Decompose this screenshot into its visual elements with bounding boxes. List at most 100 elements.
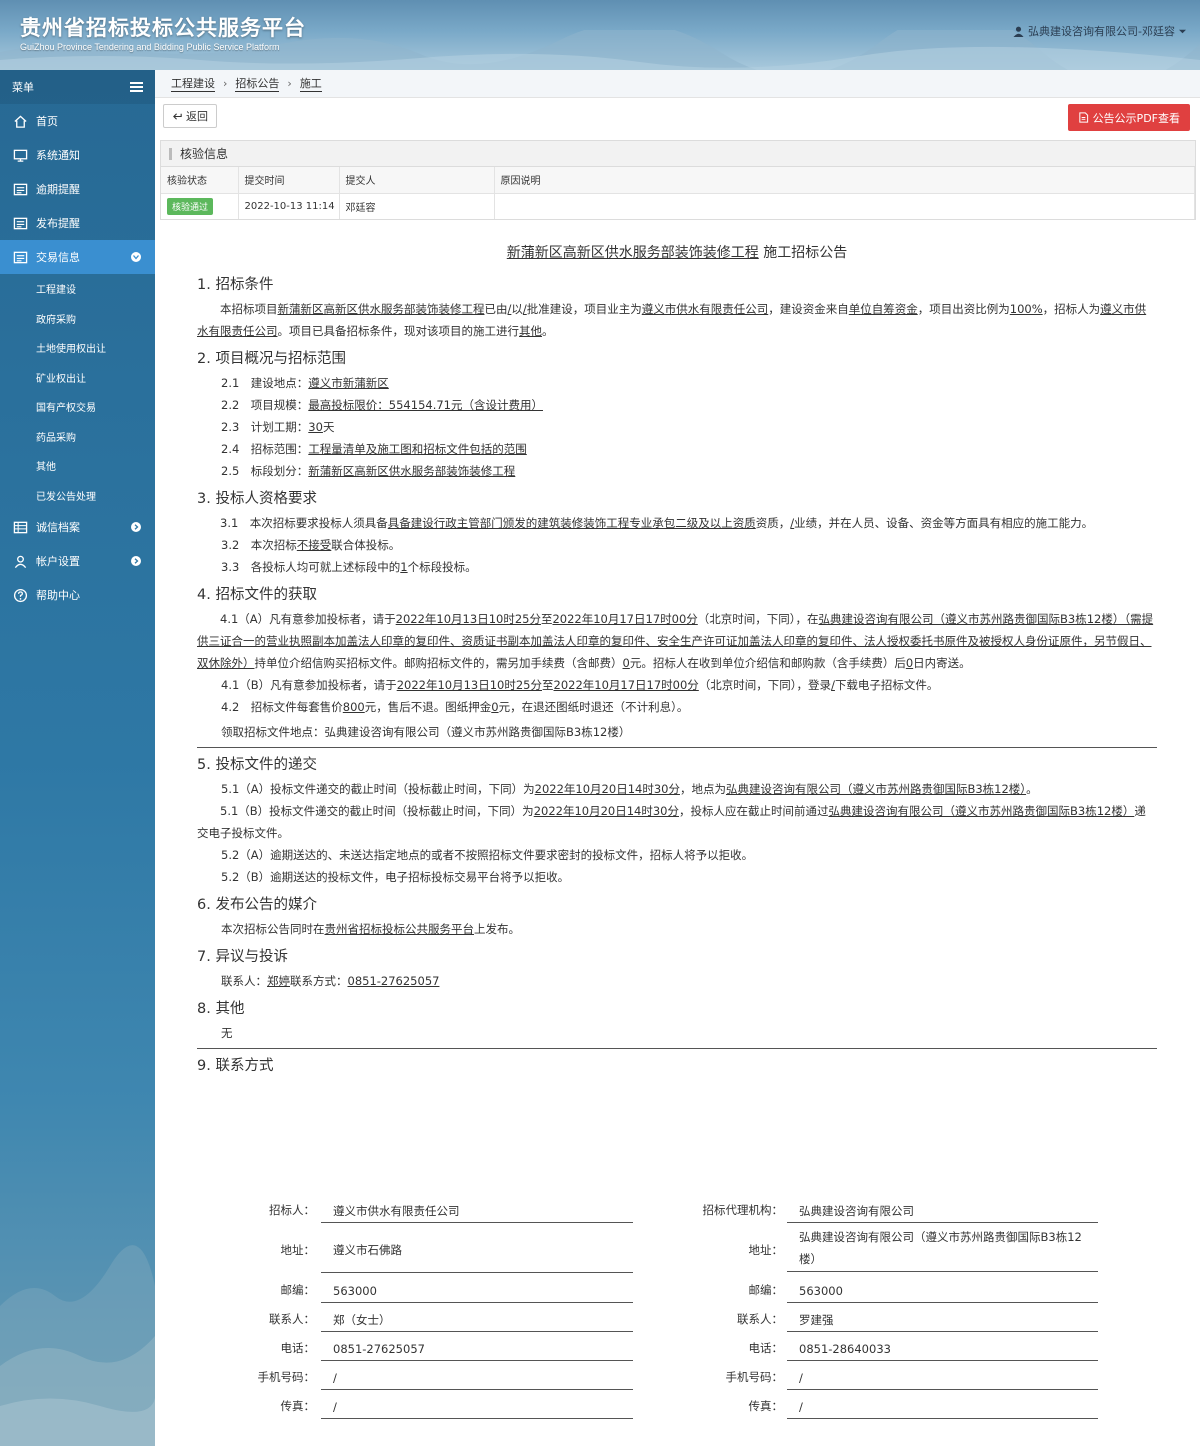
sidebar-item-trade[interactable]: 交易信息 — [0, 240, 155, 274]
sidebar-subitem-land[interactable]: 土地使用权出让 — [0, 333, 155, 363]
text: 批准建设，项目业主为 — [526, 302, 642, 316]
sidebar-subitem-mining[interactable]: 矿业权出让 — [0, 363, 155, 393]
section-heading: 9. 联系方式 — [197, 1058, 274, 1074]
section-4-1a: 4.1（A）凡有意参加投标者，请于2022年10月13日10时25分至2022年… — [197, 608, 1157, 674]
column-header: 原因说明 — [494, 167, 1195, 194]
contact-label: 招标人： — [269, 1203, 315, 1217]
text: 联合体投标。 — [331, 538, 401, 552]
sidebar-item-overdue[interactable]: 逾期提醒 — [0, 172, 155, 206]
section-heading: 5. 投标文件的递交 — [197, 757, 317, 773]
contact-value: / — [787, 1396, 1098, 1419]
section-5-1a: 5.1（A）投标文件递交的截止时间（投标截止时间，下同）为2022年10月20日… — [197, 778, 1157, 800]
toolbar: 返回 公告公示PDF查看 — [155, 98, 1200, 134]
time-cell: 2022-10-13 11:14 — [238, 193, 340, 219]
breadcrumb-item[interactable]: 工程建设 — [171, 75, 215, 92]
filled-value: 弘典建设咨询有限公司（遵义市苏州路贵御国际B3栋12楼） — [828, 804, 1135, 818]
filled-value: 最高投标限价：554154.71元（含设计费用） — [308, 398, 543, 412]
notice-title: 新蒲新区高新区供水服务部装饰装修工程 施工招标公告 — [197, 242, 1157, 264]
text: 元，售后不退。图纸押金 — [364, 700, 492, 714]
sidebar-item-notice[interactable]: 系统通知 — [0, 138, 155, 172]
reason-cell — [494, 193, 1195, 219]
filled-value: 0 — [622, 656, 630, 670]
user-icon — [12, 553, 28, 569]
verify-panel: 核验信息 核验状态 提交时间 提交人 原因说明 核验通过 2022-10-13 … — [160, 140, 1196, 220]
text: 5.1（B）投标文件递交的截止时间（投标截止时间，下同）为 — [220, 804, 534, 818]
list-icon — [12, 215, 28, 231]
chevron-right-icon — [131, 556, 141, 566]
text: 元。招标人在收到单位介绍信和邮购款（含手续费）后 — [629, 656, 906, 670]
divider — [197, 747, 1157, 748]
section-2-item: 2.2 项目规模：最高投标限价：554154.71元（含设计费用） — [197, 394, 1157, 416]
main-content: 工程建设 › 招标公告 › 施工 返回 公告公示PDF查看 核验信息 核验状态 … — [155, 70, 1200, 1446]
section-2-item: 2.1 建设地点：遵义市新蒲新区 — [197, 372, 1157, 394]
section-3-1: 3.1 本次招标要求投标人须具备具备建设行政主管部门颁发的建筑装修装饰工程专业承… — [197, 512, 1157, 534]
filled-value: 1 — [400, 560, 408, 574]
list-icon — [12, 249, 28, 265]
verify-table: 核验状态 提交时间 提交人 原因说明 核验通过 2022-10-13 11:14… — [161, 167, 1195, 219]
breadcrumb-item[interactable]: 施工 — [299, 75, 322, 92]
column-header: 提交时间 — [238, 167, 340, 194]
sidebar-item-publish[interactable]: 发布提醒 — [0, 206, 155, 240]
back-button[interactable]: 返回 — [163, 104, 217, 128]
text: （北京时间，下同），在 — [697, 612, 819, 626]
filled-value: 其他 — [519, 324, 542, 338]
chevron-right-icon — [131, 522, 141, 532]
breadcrumb-separator: › — [287, 77, 292, 90]
contact-label: 手机号码： — [257, 1370, 316, 1384]
sidebar: 菜单 首页 系统通知 逾期提醒 发布提醒 交易信息 工程建设 政府采购 土地使用… — [0, 70, 155, 1446]
contact-label: 招标代理机构： — [702, 1203, 784, 1217]
text: 4.1（A）凡有意参加投标者，请于 — [220, 612, 396, 626]
contact-label: 联系人： — [737, 1312, 783, 1326]
breadcrumb-separator: › — [223, 77, 228, 90]
text: 5.1（A）投标文件递交的截止时间（投标截止时间，下同）为 — [221, 782, 535, 796]
text: 4.2 招标文件每套售价 — [221, 700, 343, 714]
section-5-2b: 5.2（B）逾期送达的投标文件，电子招标投标交易平台将予以拒收。 — [221, 870, 570, 884]
sidebar-subitem-gov-purchase[interactable]: 政府采购 — [0, 304, 155, 334]
item-key: 2.2 项目规模： — [221, 398, 309, 412]
contact-value: 遵义市供水有限责任公司 — [321, 1200, 633, 1223]
pdf-view-button[interactable]: 公告公示PDF查看 — [1067, 104, 1190, 131]
filled-value: 2022年10月20日14时30分 — [533, 804, 679, 818]
back-label: 返回 — [186, 110, 208, 123]
breadcrumb-item[interactable]: 招标公告 — [235, 75, 280, 92]
filled-value: 2022年10月17日17时00分 — [553, 678, 699, 692]
filled-value: 2022年10月17日17时00分 — [552, 612, 698, 626]
contact-label: 传真： — [280, 1399, 316, 1413]
verify-title-text: 核验信息 — [180, 147, 229, 161]
section-heading: 7. 异议与投诉 — [197, 949, 288, 965]
filled-value: 遵义市新蒲新区 — [308, 376, 389, 390]
section-heading: 4. 招标文件的获取 — [197, 587, 317, 603]
filled-value: 具备建设行政主管部门颁发的建筑装修装饰工程专业承包二级及以上资质 — [387, 516, 756, 530]
sidebar-item-account[interactable]: 帐户设置 — [0, 544, 155, 578]
contact-value: 罗建强 — [787, 1309, 1098, 1332]
text: 持单位介绍信购买招标文件。邮购招标文件的，需另加手续费（含邮费） — [254, 656, 623, 670]
filled-value: 2022年10月13日10时25分 — [395, 612, 541, 626]
divider — [197, 1048, 1157, 1049]
text: （北京时间，下同），登录 — [698, 678, 832, 692]
section-heading: 1. 招标条件 — [197, 277, 274, 293]
table-row: 核验通过 2022-10-13 11:14 邓廷容 — [161, 193, 1195, 219]
text: ，投标人应在截止时间前通过 — [679, 804, 829, 818]
column-header: 核验状态 — [161, 167, 239, 194]
pdf-icon — [1078, 112, 1088, 123]
text: 。 — [542, 324, 554, 338]
text: 3.3 各投标人均可就上述标段中的 — [221, 560, 401, 574]
text: 本次招标公告同时在 — [221, 922, 325, 936]
sidebar-item-help[interactable]: 帮助中心 — [0, 578, 155, 612]
filled-value: 单位自筹资金 — [848, 302, 918, 316]
item-key: 2.1 建设地点： — [221, 376, 309, 390]
sidebar-item-credit[interactable]: 诚信档案 — [0, 510, 155, 544]
filled-value: 2022年10月13日10时25分 — [396, 678, 542, 692]
sidebar-subitem-published[interactable]: 已发公告处理 — [0, 481, 155, 511]
section-4-location: 领取招标文件地点：弘典建设咨询有限公司（遵义市苏州路贵御国际B3栋12楼） — [221, 725, 631, 739]
user-menu[interactable]: 弘典建设咨询有限公司-邓廷容 — [1013, 23, 1186, 39]
sidebar-subitem-state-property[interactable]: 国有产权交易 — [0, 392, 155, 422]
filled-value: 100% — [1009, 302, 1043, 316]
sidebar-subitem-medicine[interactable]: 药品采购 — [0, 422, 155, 452]
text: ，地点为 — [679, 782, 726, 796]
sidebar-subitem-other[interactable]: 其他 — [0, 451, 155, 481]
sidebar-subitem-engineering[interactable]: 工程建设 — [0, 274, 155, 304]
contact-value: 563000 — [321, 1280, 633, 1303]
menu-toggle-icon[interactable] — [130, 82, 143, 92]
sidebar-item-home[interactable]: 首页 — [0, 104, 155, 138]
